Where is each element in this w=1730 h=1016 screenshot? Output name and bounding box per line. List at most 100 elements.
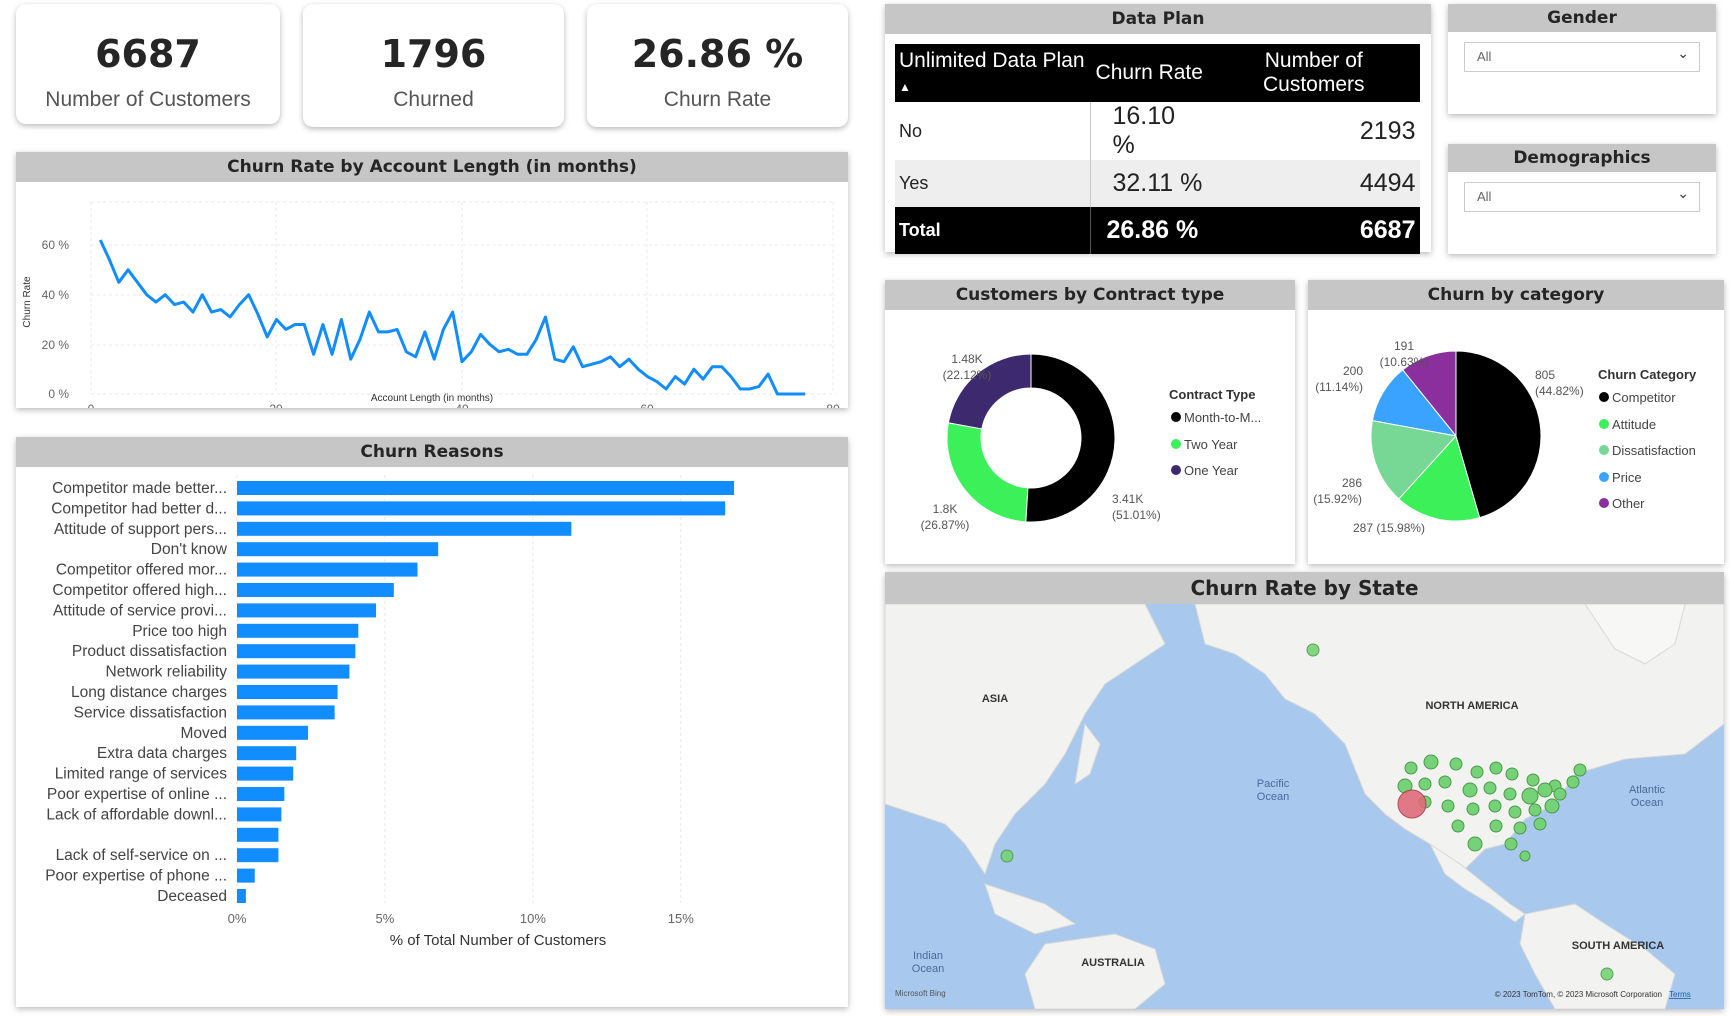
category-label-competitor-pct: (44.82%) <box>1535 384 1584 398</box>
reason-bar[interactable] <box>237 848 279 863</box>
category-label-attitude: 287 (15.98%) <box>1353 521 1425 535</box>
map-copyright: © 2023 TomTom, © 2023 Microsoft Corporat… <box>1495 990 1662 999</box>
category-legend-title: Churn Category <box>1598 367 1697 382</box>
legend-attitude[interactable]: Attitude <box>1612 417 1656 432</box>
reason-bar[interactable] <box>237 583 394 597</box>
table-row[interactable]: Yes 32.11 % 4494 <box>895 160 1420 207</box>
row-plan: No <box>895 102 1091 160</box>
legend-month-to-month[interactable]: Month-to-M... <box>1184 410 1261 425</box>
category-label-price-pct: (11.14%) <box>1315 380 1363 394</box>
gender-dropdown[interactable]: All ⌄ <box>1464 42 1700 72</box>
map-label-pacific2: Ocean <box>1257 791 1289 803</box>
demographics-dropdown[interactable]: All ⌄ <box>1464 182 1700 212</box>
legend-other[interactable]: Other <box>1612 496 1645 511</box>
map-panel: Churn Rate by State ASIA NORTH AMERICA P… <box>885 572 1724 1009</box>
line-chart[interactable]: 60 % 40 % 20 % 0 % 0 20 40 60 80 Account… <box>16 182 848 408</box>
map[interactable]: ASIA NORTH AMERICA Pacific Ocean Atlanti… <box>885 604 1724 1009</box>
reason-bar[interactable] <box>237 868 255 883</box>
category-label-other-value: 191 <box>1394 339 1414 353</box>
kpi-customers-label: Number of Customers <box>45 88 251 111</box>
contract-label-two-value: 1.8K <box>933 502 958 516</box>
category-title: Churn by category <box>1308 280 1724 310</box>
contract-label-month-value: 3.41K <box>1112 492 1143 506</box>
y-tick-60: 60 % <box>42 238 70 252</box>
y-tick-20: 20 % <box>42 338 70 352</box>
col-churn-rate[interactable]: Churn Rate <box>1090 44 1208 102</box>
map-label-australia: AUSTRALIA <box>1081 957 1145 969</box>
reason-bar[interactable] <box>237 725 309 740</box>
reason-label: Poor expertise of online ... <box>47 786 227 803</box>
reason-bar[interactable] <box>237 521 572 536</box>
reasons-x-axis-label: % of Total Number of Customers <box>390 932 606 949</box>
legend-dissatisfaction[interactable]: Dissatisfaction <box>1612 443 1696 458</box>
reason-bar[interactable] <box>237 827 279 842</box>
total-label: Total <box>895 207 1091 254</box>
reason-bar[interactable] <box>237 623 359 638</box>
reason-bar[interactable] <box>237 705 335 720</box>
category-label-price-value: 200 <box>1343 364 1363 378</box>
reason-bar[interactable] <box>237 603 377 618</box>
map-title: Churn Rate by State <box>885 572 1724 604</box>
row-rate: 32.11 % <box>1090 160 1208 207</box>
total-customers: 6687 <box>1208 207 1420 254</box>
contract-chart[interactable]: Contract Type Month-to-M... Two Year One… <box>885 310 1295 564</box>
contract-label-one-value: 1.48K <box>951 352 982 366</box>
map-label-indian: Indian <box>913 950 943 962</box>
kpi-card-customers: 6687 Number of Customers <box>16 4 280 124</box>
kpi-churn-rate-label: Churn Rate <box>663 88 772 111</box>
reason-label: Poor expertise of phone ... <box>45 868 227 885</box>
bing-logo: Microsoft Bing <box>895 989 946 998</box>
reason-bar[interactable] <box>237 766 294 781</box>
table-total-row: Total 26.86 % 6687 <box>895 207 1420 254</box>
reason-bar[interactable] <box>237 664 350 679</box>
reason-label: Extra data charges <box>97 745 227 762</box>
two-year-slice[interactable] <box>946 422 1029 523</box>
row-customers: 4494 <box>1208 160 1420 207</box>
reason-label: Price too high <box>132 623 227 640</box>
data-plan-title: Data Plan <box>885 4 1431 34</box>
reasons-title: Churn Reasons <box>16 437 848 467</box>
reasons-x-tick: 0% <box>228 911 247 926</box>
y-axis-label: Churn Rate <box>22 276 33 328</box>
reason-bar[interactable] <box>237 542 439 557</box>
contract-panel: Customers by Contract type Contract Type… <box>885 280 1295 564</box>
kpi-card-churned: 1796 Churned <box>303 4 564 127</box>
reason-bar[interactable] <box>237 787 285 801</box>
reason-label: Product dissatisfaction <box>72 643 227 660</box>
reason-label: Competitor offered mor... <box>56 562 227 579</box>
reason-bar[interactable] <box>237 746 297 761</box>
reason-bar[interactable] <box>237 501 726 516</box>
kpi-customers-value: 6687 <box>95 32 201 76</box>
contract-label-two-pct: (26.87%) <box>921 518 970 532</box>
reason-bar[interactable] <box>237 562 418 577</box>
legend-price[interactable]: Price <box>1612 470 1642 485</box>
reason-bar[interactable] <box>237 685 338 699</box>
category-chart[interactable]: Churn Category Competitor Attitude Dissa… <box>1308 310 1724 564</box>
reason-label: Long distance charges <box>71 684 227 701</box>
map-terms-link[interactable]: Terms <box>1669 990 1691 999</box>
reason-bar[interactable] <box>237 644 356 659</box>
map-label-pacific: Pacific <box>1257 778 1290 790</box>
col-unlimited-data-plan[interactable]: Unlimited Data Plan ▲ <box>895 44 1091 102</box>
month-to-month-slice[interactable] <box>1025 353 1116 523</box>
reasons-chart[interactable]: 0% 5% 10% 15% Competitor made better... Compe… <box>16 467 848 1007</box>
legend-two-year[interactable]: Two Year <box>1184 437 1238 452</box>
reason-label: Competitor had better d... <box>51 500 227 517</box>
reason-label: Competitor offered high... <box>52 582 227 599</box>
legend-one-year[interactable]: One Year <box>1184 463 1239 478</box>
map-label-north-america: NORTH AMERICA <box>1425 700 1518 712</box>
demographics-slicer: Demographics All ⌄ <box>1448 144 1716 254</box>
reason-label: Attitude of service provi... <box>53 602 227 619</box>
kpi-churned-label: Churned <box>393 88 474 111</box>
col-number-of-customers[interactable]: Number of Customers <box>1208 44 1420 102</box>
reason-bar[interactable] <box>237 889 246 903</box>
demographics-title: Demographics <box>1448 144 1716 172</box>
total-rate: 26.86 % <box>1090 207 1208 254</box>
table-row[interactable]: No 16.10 % 2193 <box>895 102 1420 160</box>
legend-competitor[interactable]: Competitor <box>1612 390 1676 405</box>
map-label-atlantic: Atlantic <box>1629 784 1666 796</box>
reason-bar[interactable] <box>237 807 282 822</box>
reason-bar[interactable] <box>237 481 735 495</box>
reasons-x-tick: 5% <box>376 911 395 926</box>
category-label-competitor-value: 805 <box>1535 368 1555 382</box>
